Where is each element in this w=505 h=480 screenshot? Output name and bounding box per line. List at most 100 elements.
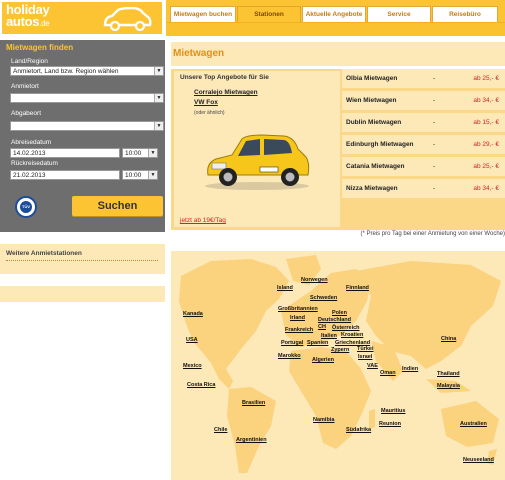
- pickup-date-label: Abreisedatum: [11, 139, 52, 146]
- tab-reisebuero[interactable]: Reisebüro: [432, 6, 498, 22]
- map-country[interactable]: Island: [277, 285, 293, 291]
- offer-price: ab 34,- €: [473, 97, 499, 104]
- map-country[interactable]: Australien: [460, 421, 487, 427]
- dropoff-label: Abgabeort: [11, 110, 41, 117]
- pickup-time-select[interactable]: 10:00 ▼: [122, 148, 158, 158]
- offer-price: ab 34,- €: [473, 185, 499, 192]
- top-offer: Unsere Top Angebote für Sie Corralejo Mi…: [174, 71, 340, 227]
- chevron-down-icon[interactable]: ▼: [154, 94, 163, 102]
- chevron-down-icon[interactable]: ▼: [148, 149, 157, 157]
- map-country[interactable]: Südafrika: [346, 427, 371, 433]
- return-time-select[interactable]: 10:00 ▼: [122, 170, 158, 180]
- chevron-down-icon[interactable]: ▼: [154, 122, 163, 130]
- map-country[interactable]: Kroatien: [341, 332, 363, 338]
- map-country[interactable]: Reunion: [379, 421, 401, 427]
- map-country[interactable]: Portugal: [281, 340, 303, 346]
- pickup-select[interactable]: ▼: [10, 93, 164, 103]
- tuv-badge-icon: TÜV: [15, 196, 37, 218]
- page-title-bar: Mietwagen: [171, 42, 505, 66]
- offer-heading: Unsere Top Angebote für Sie: [180, 74, 269, 81]
- tab-aktuelle-angebote[interactable]: Aktuelle Angebote: [302, 6, 366, 22]
- map-country[interactable]: Neuseeland: [463, 457, 494, 463]
- map-country[interactable]: Schweden: [310, 295, 337, 301]
- map-country[interactable]: Spanien: [307, 340, 328, 346]
- pickup-date-value: 14.02.2013: [13, 150, 46, 157]
- offer-city: Wien Mietwagen: [346, 97, 397, 104]
- map-country[interactable]: Türkei: [357, 346, 374, 352]
- map-country[interactable]: Italien: [321, 333, 337, 339]
- country-select[interactable]: Anmietort, Land bzw. Region wählen ▼: [10, 66, 164, 76]
- offer-row[interactable]: Olbia Mietwagen - ab 25,- €: [342, 69, 505, 88]
- map-country[interactable]: Thailand: [437, 371, 460, 377]
- map-country[interactable]: Norwegen: [301, 277, 328, 283]
- offer-price: ab 29,- €: [473, 141, 499, 148]
- map-country[interactable]: Namibia: [313, 417, 334, 423]
- world-map: Norwegen Island Finnland Schweden Kanada…: [171, 251, 505, 480]
- map-country[interactable]: Oman: [380, 370, 396, 376]
- offer-row[interactable]: Dublin Mietwagen - ab 15,- €: [342, 113, 505, 132]
- offer-city: Catania Mietwagen: [346, 163, 405, 170]
- offer-price-link[interactable]: jetzt ab 19€/Tag: [180, 217, 226, 224]
- map-country[interactable]: Österreich: [332, 325, 360, 331]
- map-country[interactable]: Zypern: [331, 347, 349, 353]
- map-country[interactable]: Algerien: [312, 357, 334, 363]
- map-country[interactable]: Chile: [214, 427, 227, 433]
- offer-dash: -: [433, 119, 436, 126]
- search-button[interactable]: Suchen: [72, 196, 163, 216]
- map-country[interactable]: Großbritannien: [278, 306, 318, 312]
- map-country[interactable]: Deutschland: [318, 317, 351, 323]
- offer-row[interactable]: Edinburgh Mietwagen - ab 29,- €: [342, 135, 505, 154]
- map-country[interactable]: China: [441, 336, 456, 342]
- offer-price: ab 15,- €: [473, 119, 499, 126]
- country-value: Anmietort, Land bzw. Region wählen: [13, 68, 119, 75]
- side-box: [0, 286, 165, 302]
- tab-service[interactable]: Service: [367, 6, 431, 22]
- map-country[interactable]: Mauritius: [381, 408, 405, 414]
- offer-row[interactable]: Wien Mietwagen - ab 34,- €: [342, 91, 505, 110]
- map-country[interactable]: Malaysia: [437, 383, 460, 389]
- map-country[interactable]: Mexico: [183, 363, 202, 369]
- offer-row[interactable]: Catania Mietwagen - ab 25,- €: [342, 157, 505, 176]
- map-country[interactable]: Costa Rica: [187, 382, 215, 388]
- chevron-down-icon[interactable]: ▼: [148, 171, 157, 179]
- logo[interactable]: holiday autos.de: [2, 2, 162, 34]
- dropoff-select[interactable]: ▼: [10, 121, 164, 131]
- pickup-label: Anmietort: [11, 83, 39, 90]
- tab-mietwagen-buchen[interactable]: Mietwagen buchen: [170, 6, 236, 22]
- car-image-icon[interactable]: [202, 131, 312, 191]
- offer-row[interactable]: Nizza Mietwagen - ab 34,- €: [342, 179, 505, 198]
- map-country[interactable]: Brasilien: [242, 400, 265, 406]
- logo-second: autos: [6, 14, 40, 29]
- map-country[interactable]: Polen: [332, 310, 347, 316]
- map-country[interactable]: Marokko: [278, 353, 301, 359]
- logo-tld: .de: [39, 19, 50, 28]
- offer-dash: -: [433, 163, 436, 170]
- offer-location-link[interactable]: Corralejo Mietwagen: [194, 89, 258, 96]
- map-country[interactable]: CH: [318, 324, 326, 330]
- search-panel: Mietwagen finden Land/Region Anmietort, …: [0, 40, 165, 232]
- pickup-date-input[interactable]: 14.02.2013: [10, 148, 120, 158]
- offer-price: ab 25,- €: [473, 163, 499, 170]
- world-map-shapes: [179, 255, 501, 473]
- map-country[interactable]: VAE: [367, 363, 378, 369]
- map-country[interactable]: Kanada: [183, 311, 203, 317]
- logo-text: holiday autos.de: [6, 3, 50, 30]
- map-country[interactable]: Finnland: [346, 285, 369, 291]
- return-date-input[interactable]: 21.02.2013: [10, 170, 120, 180]
- stations-box: Weitere Anmietstationen: [0, 244, 165, 274]
- country-label: Land/Region: [11, 58, 48, 65]
- offer-city: Edinburgh Mietwagen: [346, 141, 414, 148]
- offer-price: ab 25,- €: [473, 75, 499, 82]
- price-footnote: (* Preis pro Tag bei einer Anmietung von…: [360, 231, 505, 237]
- offer-car-link[interactable]: VW Fox: [194, 99, 218, 106]
- map-country[interactable]: Argentinien: [236, 437, 267, 443]
- offer-city: Dublin Mietwagen: [346, 119, 402, 126]
- chevron-down-icon[interactable]: ▼: [154, 67, 163, 75]
- map-country[interactable]: Israel: [358, 354, 372, 360]
- map-country[interactable]: Irland: [290, 315, 305, 321]
- map-country[interactable]: Indien: [402, 366, 418, 372]
- map-country[interactable]: USA: [186, 337, 198, 343]
- stations-title[interactable]: Weitere Anmietstationen: [6, 250, 82, 257]
- tab-stationen[interactable]: Stationen: [237, 6, 301, 22]
- map-country[interactable]: Frankreich: [285, 327, 313, 333]
